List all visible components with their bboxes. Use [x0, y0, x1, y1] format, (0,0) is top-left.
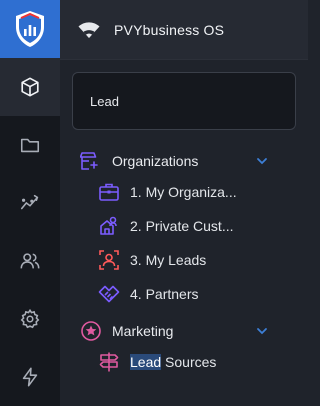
nav-item-label: Lead Sources: [130, 354, 216, 370]
briefcase-icon: [98, 181, 120, 203]
workspace-header[interactable]: PVYbusiness OS: [60, 0, 308, 60]
search-match-highlight: Lead: [130, 354, 162, 370]
trend-icon: [20, 194, 39, 210]
search-input[interactable]: [90, 93, 280, 109]
folder-icon: [20, 138, 40, 153]
nav-item-partners[interactable]: 4. Partners: [60, 277, 308, 311]
group-marketing: Marketing Lead Sources: [60, 317, 308, 379]
icon-rail: [0, 0, 60, 406]
cube-icon: [21, 77, 39, 97]
users-icon: [20, 253, 40, 269]
nav-item-private-customers[interactable]: 2. Private Cust...: [60, 209, 308, 243]
rail-item-automation[interactable]: [0, 348, 60, 406]
gear-icon: [20, 308, 40, 329]
nav-item-label: 1. My Organiza...: [130, 184, 237, 200]
rail-item-contacts[interactable]: [0, 232, 60, 290]
rail-item-settings[interactable]: [0, 290, 60, 348]
leads-icon: [98, 249, 120, 271]
nav-item-label-rest: Sources: [161, 354, 217, 370]
navigation-panel: PVYbusiness OS Organizations: [60, 0, 308, 406]
nav-item-my-organization[interactable]: 1. My Organiza...: [60, 175, 308, 209]
group-organizations: Organizations 1. My Organiza... 2. Priva…: [60, 147, 308, 311]
signpost-icon: [98, 351, 120, 373]
rail-item-files[interactable]: [0, 116, 60, 174]
group-header-organizations[interactable]: Organizations: [60, 147, 308, 175]
rail-item-products[interactable]: [0, 58, 60, 116]
app-title: PVYbusiness OS: [114, 21, 225, 38]
organizations-icon: [80, 150, 102, 172]
wifi-icon: [78, 21, 100, 38]
nav-item-label: 2. Private Cust...: [130, 218, 234, 234]
group-label-organizations: Organizations: [112, 153, 199, 169]
app-root: PVYbusiness OS Organizations: [0, 0, 308, 406]
chevron-down-icon[interactable]: [256, 325, 268, 337]
nav-item-lead-sources[interactable]: Lead Sources: [60, 345, 308, 379]
shield-logo-icon: [16, 11, 44, 47]
nav-item-label: 3. My Leads: [130, 252, 207, 268]
search-box[interactable]: [72, 72, 296, 130]
search-container: [60, 60, 308, 130]
marketing-icon: [80, 320, 102, 342]
rail-item-analytics[interactable]: [0, 174, 60, 232]
nav-item-my-leads[interactable]: 3. My Leads: [60, 243, 308, 277]
app-logo[interactable]: [0, 0, 60, 58]
chevron-down-icon[interactable]: [256, 155, 268, 167]
bolt-icon: [22, 367, 38, 387]
nav-item-label: 4. Partners: [130, 286, 199, 302]
handshake-icon: [98, 283, 120, 305]
group-header-marketing[interactable]: Marketing: [60, 317, 308, 345]
group-label-marketing: Marketing: [112, 323, 174, 339]
private-customers-icon: [98, 215, 120, 237]
